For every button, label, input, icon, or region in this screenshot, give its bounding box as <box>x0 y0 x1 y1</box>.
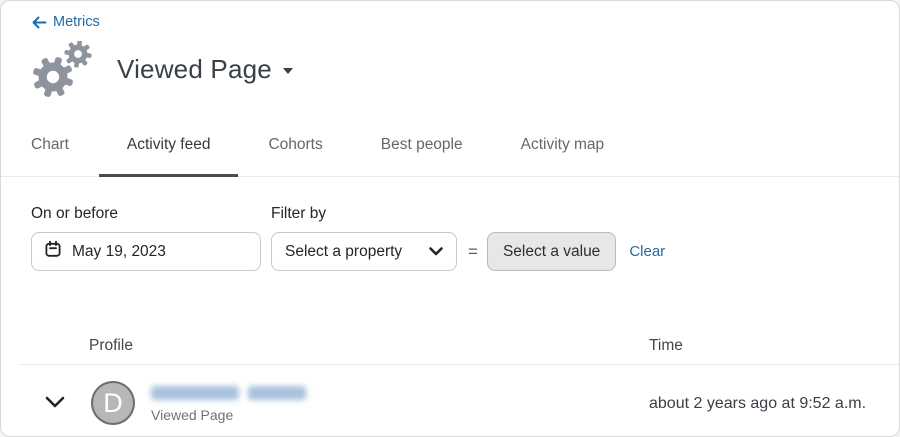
table-header-divider <box>19 364 899 365</box>
row-time-value: about 2 years ago at 9:52 a.m. <box>649 395 866 413</box>
tab-best-people[interactable]: Best people <box>353 123 491 176</box>
date-filter-label: On or before <box>31 205 261 223</box>
back-link-label: Metrics <box>53 14 100 30</box>
column-header-profile: Profile <box>89 337 133 355</box>
date-filter-group: On or before May 19, 2023 <box>31 205 261 271</box>
metrics-activity-feed-page: Metrics <box>0 0 900 437</box>
back-to-metrics-link[interactable]: Metrics <box>31 14 100 30</box>
tab-chart[interactable]: Chart <box>3 123 97 176</box>
filter-bar: On or before May 19, 2023 Filter by Sele… <box>31 205 665 271</box>
tab-cohorts[interactable]: Cohorts <box>240 123 350 176</box>
tab-bar: Chart Activity feed Cohorts Best people … <box>1 123 899 177</box>
avatar: D <box>91 381 135 425</box>
property-select-value: Select a property <box>285 243 402 261</box>
arrow-left-icon <box>31 15 47 30</box>
tab-activity-feed[interactable]: Activity feed <box>99 123 239 176</box>
caret-down-icon <box>283 68 293 74</box>
row-event-label: Viewed Page <box>151 407 233 423</box>
chevron-down-icon <box>429 243 443 261</box>
equals-operator: = <box>468 232 478 271</box>
redacted-profile-name[interactable] <box>151 386 306 400</box>
date-value: May 19, 2023 <box>72 243 166 261</box>
tab-activity-map[interactable]: Activity map <box>493 123 633 176</box>
metric-header: Viewed Page <box>29 41 293 97</box>
page-title: Viewed Page <box>117 54 272 85</box>
property-select[interactable]: Select a property <box>271 232 457 271</box>
metric-title-dropdown[interactable]: Viewed Page <box>117 54 293 85</box>
date-input[interactable]: May 19, 2023 <box>31 232 261 271</box>
property-filter-label: Filter by <box>271 205 457 223</box>
row-expander-chevron-down-icon[interactable] <box>45 395 65 413</box>
calendar-icon <box>44 240 62 263</box>
column-header-time: Time <box>649 337 683 355</box>
clear-filter-link[interactable]: Clear <box>629 232 665 271</box>
property-filter-group: Filter by Select a property <box>261 205 457 271</box>
gears-icon <box>29 41 93 97</box>
select-value-button[interactable]: Select a value <box>487 232 616 271</box>
